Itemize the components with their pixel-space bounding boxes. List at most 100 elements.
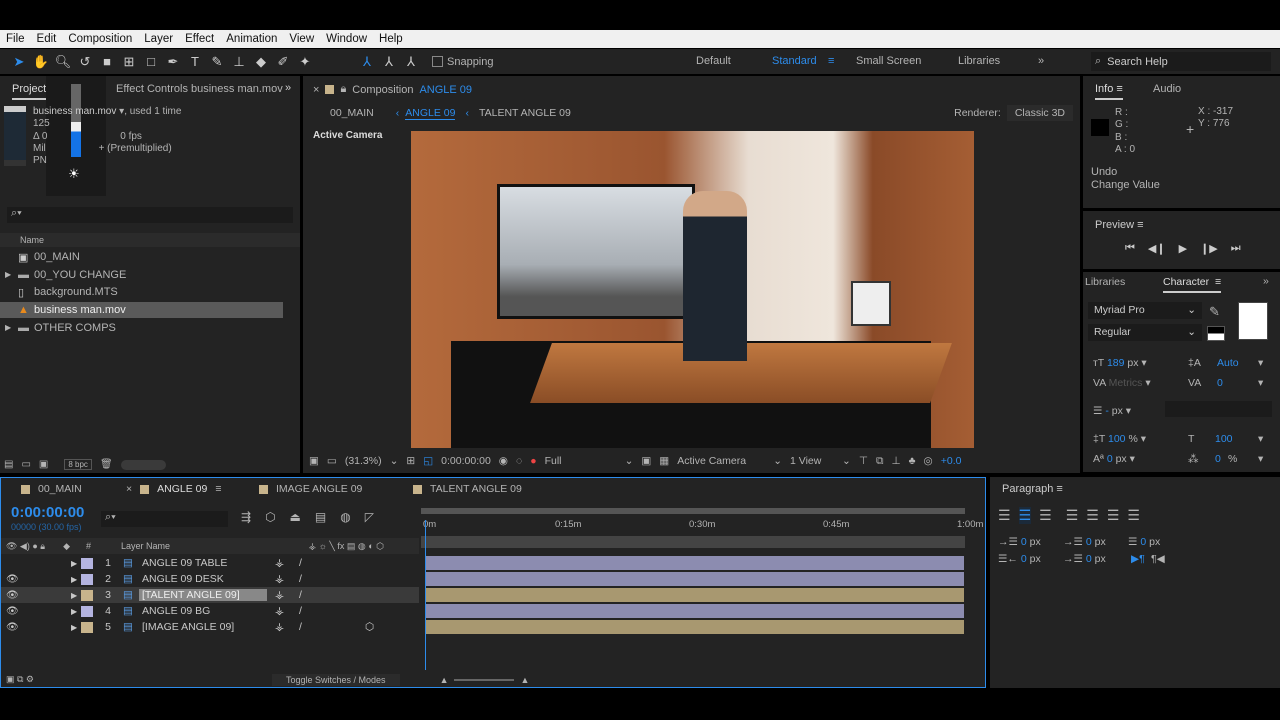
layer-row[interactable]: 👁︎ ▶ 2 ▤ ANGLE 09 DESK ⚶ /	[1, 571, 419, 587]
layer-switches-icon[interactable]: ▣ ⧉ ⚙	[6, 674, 34, 685]
workspace-small-screen[interactable]: Small Screen	[856, 55, 958, 67]
search-help-input[interactable]: ⌕ Search Help	[1091, 52, 1271, 71]
kerning-field[interactable]: Metrics	[1109, 377, 1143, 389]
renderer-select[interactable]: Classic 3D	[1006, 105, 1073, 121]
visibility-eye-icon[interactable]: 👁︎	[1, 590, 71, 601]
shy-switch-icon[interactable]: ⚶	[275, 557, 299, 569]
work-area-bar[interactable]	[421, 508, 965, 514]
comp-viewer[interactable]	[411, 131, 974, 448]
graph-editor-icon[interactable]: ◸	[365, 510, 374, 524]
view-layout-select[interactable]: 1 View	[790, 455, 834, 467]
label-color-chip[interactable]	[81, 589, 93, 601]
layer-name[interactable]: ANGLE 09 DESK	[139, 573, 267, 585]
motion-blur-icon[interactable]: ◍	[340, 510, 350, 524]
shy-switch-icon[interactable]: ⚶	[275, 605, 299, 617]
clone-stamp-tool-icon[interactable]: ⊥	[228, 54, 250, 70]
menu-edit[interactable]: Edit	[31, 33, 63, 45]
workspace-standard[interactable]: Standard	[772, 55, 828, 67]
quality-switch-icon[interactable]: /	[299, 605, 329, 617]
layer-name[interactable]: ANGLE 09 TABLE	[139, 557, 267, 569]
tab-audio[interactable]: Audio	[1153, 83, 1181, 95]
previous-frame-icon[interactable]: ◀❙	[1148, 242, 1166, 255]
column-name[interactable]: Name	[0, 233, 300, 247]
camera-tool-icon[interactable]: ■	[96, 54, 118, 69]
align-left-icon[interactable]: ☰	[998, 507, 1011, 524]
font-family-select[interactable]: Myriad Pro ⌄	[1088, 302, 1202, 319]
quality-switch-icon[interactable]: /	[299, 621, 329, 633]
resolution-select[interactable]: Full	[545, 455, 617, 467]
label-color-chip[interactable]	[81, 573, 93, 585]
world-axis-icon[interactable]: ⅄	[378, 54, 400, 70]
timeline-tab[interactable]: × ANGLE 09 ≡	[126, 483, 221, 495]
menu-view[interactable]: View	[283, 33, 320, 45]
thumbnail-size-slider[interactable]	[120, 459, 166, 470]
layer-duration-bar[interactable]	[426, 572, 964, 586]
menu-layer[interactable]: Layer	[138, 33, 179, 45]
label-color-chip[interactable]	[81, 605, 93, 617]
pen-tool-icon[interactable]: ✒	[162, 54, 184, 70]
region-of-interest-icon[interactable]: ⊞	[406, 455, 415, 467]
layer-name-header[interactable]: Layer Name	[121, 541, 170, 551]
project-search-input[interactable]: ⌕▾	[7, 207, 293, 223]
layer-search-input[interactable]: ⌕▾	[101, 511, 228, 527]
ltr-direction-icon[interactable]: ▶¶	[1131, 551, 1145, 568]
timeline-tab[interactable]: IMAGE ANGLE 09	[259, 483, 362, 495]
project-item[interactable]: ▣ 00_MAIN	[0, 249, 300, 265]
lock-icon[interactable]: 🔒︎	[340, 83, 346, 96]
fill-color-swatch[interactable]	[1238, 302, 1268, 340]
3d-layer-icon[interactable]: ⬡	[365, 621, 374, 633]
last-frame-icon[interactable]: ⏭	[1231, 242, 1241, 255]
layer-name[interactable]: ANGLE 09 BG	[139, 605, 267, 617]
pan-behind-tool-icon[interactable]: ⊞	[118, 54, 140, 70]
eraser-tool-icon[interactable]: ◆	[250, 54, 272, 70]
transparency-grid-icon[interactable]: ◱	[423, 455, 433, 467]
shy-icon[interactable]: ⏏	[290, 510, 301, 524]
justify-all-icon[interactable]: ☰	[1127, 507, 1140, 524]
shy-switch-icon[interactable]: ⚶	[275, 573, 299, 585]
eyedropper-icon[interactable]: ✎	[1209, 304, 1220, 320]
expand-arrow-icon[interactable]: ▶	[71, 623, 81, 632]
panel-overflow-icon[interactable]: »	[1263, 275, 1269, 287]
zoom-tool-icon[interactable]: 🔍︎	[52, 54, 74, 70]
more-workspaces-icon[interactable]: »	[1038, 55, 1068, 67]
quality-switch-icon[interactable]: /	[299, 573, 329, 585]
zoom-in-icon[interactable]: ▲	[520, 675, 529, 685]
interpret-footage-icon[interactable]: ▤	[4, 459, 13, 470]
puppet-tool-icon[interactable]: ✦	[294, 54, 316, 70]
bpc-button[interactable]: 8 bpc	[64, 459, 92, 470]
layer-duration-bar[interactable]	[426, 588, 964, 602]
project-item[interactable]: ▶ ▬ OTHER COMPS	[0, 320, 300, 336]
tab-libraries[interactable]: Libraries	[1085, 276, 1125, 288]
fast-preview-icon[interactable]: ⧉	[876, 455, 884, 468]
tracking-field[interactable]: 0	[1217, 373, 1223, 393]
breadcrumb-angle-09[interactable]: ANGLE 09	[405, 107, 456, 120]
menu-composition[interactable]: Composition	[62, 33, 138, 45]
menu-window[interactable]: Window	[320, 33, 373, 45]
fast-previews-icon[interactable]: ▣	[641, 455, 651, 467]
visibility-eye-icon[interactable]: 👁︎	[1, 606, 71, 617]
camera-select[interactable]: Active Camera	[677, 455, 765, 467]
rtl-direction-icon[interactable]: ¶◀	[1151, 551, 1165, 568]
exposure-value[interactable]: +0.0	[941, 455, 962, 467]
pixel-aspect-icon[interactable]: ⊤	[859, 455, 868, 467]
timeline-timecode[interactable]: 0:00:00:00	[11, 504, 84, 521]
timeline-tab[interactable]: TALENT ANGLE 09	[413, 483, 522, 495]
justify-right-icon[interactable]: ☰	[1107, 507, 1120, 524]
align-center-icon[interactable]: ☰	[1018, 507, 1032, 524]
layer-duration-bar[interactable]	[426, 620, 964, 634]
panel-overflow-icon[interactable]: »	[285, 82, 291, 94]
expand-arrow-icon[interactable]: ▶	[0, 270, 18, 279]
tab-character[interactable]: Character ≡	[1163, 276, 1222, 293]
layer-row[interactable]: 👁︎ ▶ 4 ▤ ANGLE 09 BG ⚶ /	[1, 603, 419, 619]
new-comp-icon[interactable]: ▣	[39, 459, 48, 470]
tab-project[interactable]: Project	[12, 83, 47, 100]
display-icon[interactable]: ▭	[327, 455, 337, 467]
project-item[interactable]: ▲ business man.mov	[0, 302, 283, 319]
menu-effect[interactable]: Effect	[179, 33, 220, 45]
layer-name[interactable]: [IMAGE ANGLE 09]	[139, 621, 267, 633]
timeline-icon[interactable]: ⊥	[892, 455, 901, 467]
project-item[interactable]: ▯ background.MTS	[0, 284, 300, 300]
tab-menu-icon[interactable]: ≡	[215, 483, 221, 495]
tab-composition[interactable]: ANGLE 09	[419, 84, 472, 96]
trash-icon[interactable]: 🗑︎	[100, 459, 113, 470]
